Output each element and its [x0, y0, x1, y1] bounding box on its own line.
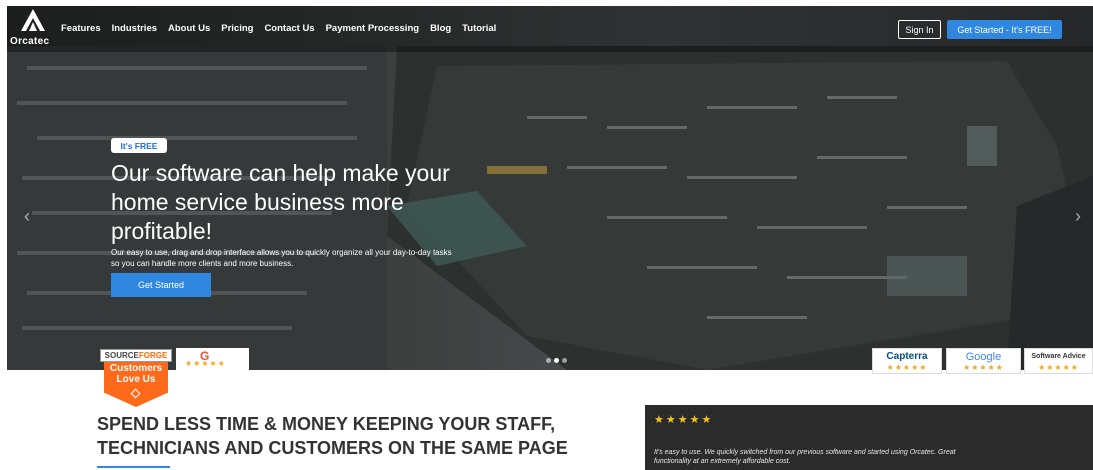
sourceforge-badge[interactable]: SOURCE FORGE Customers Love Us [100, 349, 172, 407]
sourceforge-line2: Love Us [116, 374, 156, 385]
capterra-badge[interactable]: Capterra ★★★★★ [872, 348, 942, 374]
carousel-next-arrow[interactable]: › [1075, 206, 1081, 227]
hero-banner: ‹ › It's FREE Our software can help make… [7, 6, 1093, 370]
sourceforge-logo: SOURCE FORGE [100, 349, 172, 362]
nav-industries[interactable]: Industries [112, 23, 157, 34]
nav-about-us[interactable]: About Us [168, 23, 210, 34]
nav-features[interactable]: Features [61, 23, 101, 34]
main-nav: Features Industries About Us Pricing Con… [61, 23, 507, 34]
capterra-stars: ★★★★★ [886, 363, 928, 372]
hero-headline-line: profitable! [111, 218, 213, 244]
section-title-line: SPEND LESS TIME & MONEY KEEPING YOUR STA… [97, 414, 556, 434]
hero-headline-line: Our software can help make your [111, 160, 450, 186]
diamond-icon [130, 388, 141, 399]
nav-pricing[interactable]: Pricing [221, 23, 253, 34]
hero-headline-line: home service business more [111, 189, 404, 215]
carousel-dot[interactable] [562, 358, 567, 363]
software-advice-stars: ★★★★★ [1038, 363, 1079, 372]
google-badge[interactable]: Google ★★★★★ [946, 348, 1021, 374]
orcatec-logo[interactable]: Orcatec [9, 9, 57, 47]
carousel-prev-arrow[interactable]: ‹ [24, 206, 30, 227]
section-title: SPEND LESS TIME & MONEY KEEPING YOUR STA… [97, 412, 657, 460]
logo-text: Orcatec [10, 36, 50, 47]
carousel-dot-active[interactable] [554, 358, 559, 363]
testimonial-text-line: functionality at an extremely affordable… [654, 458, 791, 465]
g2-badge[interactable]: G ★★★★★ [176, 348, 249, 370]
software-advice-name: Software Advice [1031, 353, 1086, 360]
section-title-line: TECHNICIANS AND CUSTOMERS ON THE SAME PA… [97, 438, 568, 458]
hero-subtext-line: Our easy to use, drag and drop interface… [111, 248, 452, 257]
hero-subtext-line: so you can handle more clients and more … [111, 259, 294, 268]
carousel-dot[interactable] [546, 358, 551, 363]
nav-contact-us[interactable]: Contact Us [264, 23, 314, 34]
g2-stars: ★★★★★ [185, 359, 226, 368]
sourceforge-line1: Customers [109, 363, 163, 374]
sourceforge-logo-forge: FORGE [138, 351, 168, 360]
testimonial-card: ★★★★★ It's easy to use. We quickly switc… [645, 405, 1093, 470]
nav-payment-processing[interactable]: Payment Processing [326, 23, 419, 34]
hero-subtext: Our easy to use, drag and drop interface… [111, 247, 571, 269]
testimonial-text: It's easy to use. We quickly switched fr… [654, 448, 1074, 466]
sourceforge-logo-source: SOURCE [104, 351, 139, 360]
sourceforge-shield: Customers Love Us [104, 362, 168, 407]
get-started-free-button[interactable]: Get Started - It's FREE! [947, 20, 1062, 39]
hero-get-started-button[interactable]: Get Started [111, 273, 211, 297]
nav-blog[interactable]: Blog [430, 23, 451, 34]
nav-tutorial[interactable]: Tutorial [462, 23, 496, 34]
hero-headline: Our software can help make your home ser… [111, 159, 531, 246]
page: ‹ › It's FREE Our software can help make… [0, 0, 1093, 470]
google-stars: ★★★★★ [963, 363, 1004, 372]
free-badge: It's FREE [111, 138, 167, 153]
google-name: Google [965, 351, 1002, 363]
sign-in-button[interactable]: Sign In [898, 20, 941, 39]
carousel-dots [546, 358, 567, 363]
testimonial-text-line: It's easy to use. We quickly switched fr… [654, 449, 956, 456]
testimonial-stars: ★★★★★ [654, 414, 714, 426]
orcatec-logo-icon [21, 9, 45, 31]
capterra-name: Capterra [886, 351, 928, 362]
title-underline [97, 466, 170, 468]
software-advice-badge[interactable]: Software Advice ★★★★★ [1024, 348, 1093, 374]
